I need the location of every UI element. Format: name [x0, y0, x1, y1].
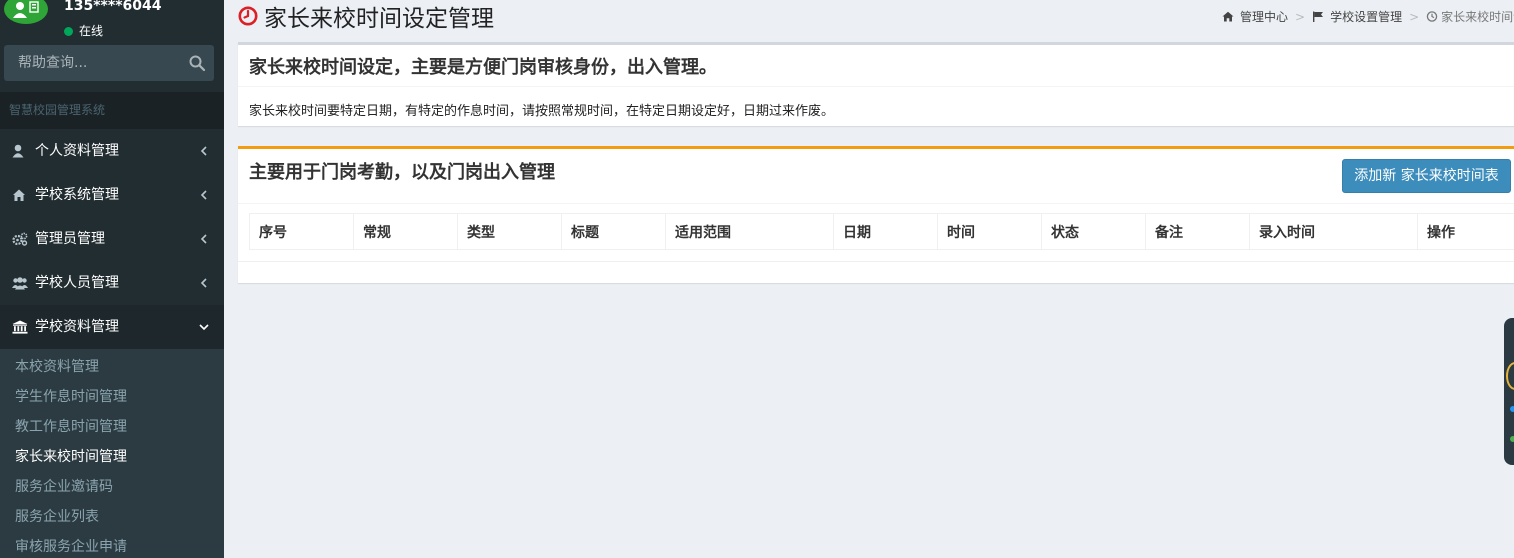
- submenu-item-student-schedule[interactable]: 学生作息时间管理: [15, 386, 127, 406]
- column-header[interactable]: 时间: [937, 213, 1042, 250]
- breadcrumb-current: 家长来校时间设: [1441, 10, 1514, 24]
- sidebar-item-admins[interactable]: 管理员管理: [0, 217, 224, 261]
- users-icon: [12, 277, 28, 290]
- clock-icon: [1426, 11, 1438, 22]
- user-status: 在线: [64, 22, 103, 39]
- column-header[interactable]: 操作: [1417, 213, 1514, 250]
- table-header-row: 序号 常规 类型 标题 适用范围 日期 时间 状态 备注 录入时间 操作: [249, 213, 1514, 250]
- user-status-label: 在线: [79, 24, 104, 38]
- submenu-item-staff-schedule[interactable]: 教工作息时间管理: [15, 416, 127, 436]
- assistant-logo-icon: [1506, 362, 1514, 390]
- submenu-item-invite-codes[interactable]: 服务企业邀请码: [15, 476, 113, 496]
- sidebar-item-label: 管理员管理: [35, 231, 105, 247]
- user-name: 135****6044: [64, 0, 162, 14]
- column-header[interactable]: 序号: [249, 213, 354, 250]
- sidebar-item-school-data[interactable]: 学校资料管理: [0, 305, 224, 349]
- breadcrumb-section[interactable]: 学校设置管理: [1330, 8, 1402, 25]
- user-panel: 135****6044 在线: [0, 0, 224, 40]
- add-parent-visit-time-button[interactable]: 添加新 家长来校时间表: [1342, 159, 1511, 193]
- content-header: 家长来校时间设定管理: [238, 0, 494, 32]
- floating-assistant-widget[interactable]: [1504, 318, 1514, 465]
- clock-icon: [238, 6, 258, 26]
- home-icon: [1222, 11, 1234, 22]
- submenu-school-data: 本校资料管理 学生作息时间管理 教工作息时间管理 家长来校时间管理 服务企业邀请…: [0, 349, 224, 558]
- info-box: 家长来校时间设定，主要是方便门岗审核身份，出入管理。 家长来校时间要特定日期，有…: [238, 42, 1514, 126]
- cogs-icon: [12, 232, 28, 246]
- sidebar-search: [4, 45, 214, 81]
- divider: [238, 203, 1514, 204]
- assistant-dot-icon: [1510, 406, 1514, 412]
- sidebar-item-personal[interactable]: 个人资料管理: [0, 129, 224, 173]
- sidebar-item-label: 学校资料管理: [35, 319, 119, 335]
- breadcrumb-separator: >: [1295, 9, 1306, 24]
- table-footer-divider: [238, 261, 1514, 262]
- list-box-title: 主要用于门岗考勤，以及门岗出入管理: [249, 162, 555, 183]
- divider: [238, 86, 1514, 87]
- breadcrumb-home[interactable]: 管理中心: [1240, 8, 1288, 25]
- submenu-item-company-list[interactable]: 服务企业列表: [15, 506, 99, 526]
- chevron-down-icon: [199, 324, 209, 331]
- sidebar-item-label: 学校人员管理: [35, 275, 119, 291]
- sidebar-item-staff[interactable]: 学校人员管理: [0, 261, 224, 305]
- chevron-left-icon: [200, 146, 207, 156]
- info-box-text: 家长来校时间要特定日期，有特定的作息时间，请按照常规时间，在特定日期设定好，日期…: [249, 104, 835, 119]
- online-status-icon: [64, 27, 73, 36]
- submenu-item-parent-visit-time[interactable]: 家长来校时间管理: [15, 446, 127, 466]
- column-header[interactable]: 状态: [1041, 213, 1146, 250]
- home-icon: [13, 189, 25, 201]
- user-icon: [12, 144, 24, 158]
- column-header[interactable]: 常规: [353, 213, 458, 250]
- sidebar-item-school-system[interactable]: 学校系统管理: [0, 173, 224, 217]
- column-header[interactable]: 录入时间: [1249, 213, 1418, 250]
- sidebar-item-label: 个人资料管理: [35, 143, 119, 159]
- chevron-left-icon: [200, 234, 207, 244]
- column-header[interactable]: 日期: [833, 213, 938, 250]
- submenu-item-school-profile[interactable]: 本校资料管理: [15, 356, 99, 376]
- assistant-dot-icon: [1510, 436, 1514, 442]
- search-input[interactable]: [4, 45, 182, 81]
- submenu-item-review-applications[interactable]: 审核服务企业申请: [15, 536, 127, 556]
- page-title: 家长来校时间设定管理: [264, 6, 494, 32]
- breadcrumb: 管理中心 > 学校设置管理 > 家长来校时间设: [1222, 8, 1514, 25]
- breadcrumb-separator: >: [1409, 9, 1420, 24]
- info-box-title: 家长来校时间设定，主要是方便门岗审核身份，出入管理。: [249, 57, 717, 78]
- sidebar: 135****6044 在线 智慧校园管理系统 个人资料管理 学校系统管理: [0, 0, 224, 558]
- sidebar-item-label: 学校系统管理: [35, 187, 119, 203]
- list-box: 主要用于门岗考勤，以及门岗出入管理 添加新 家长来校时间表 序号 常规 类型 标…: [238, 146, 1514, 283]
- chevron-left-icon: [200, 190, 207, 200]
- flag-icon: [1313, 11, 1324, 22]
- column-header[interactable]: 类型: [457, 213, 562, 250]
- avatar[interactable]: [4, 0, 48, 24]
- visit-time-table: 序号 常规 类型 标题 适用范围 日期 时间 状态 备注 录入时间 操作: [249, 213, 1514, 250]
- column-header[interactable]: 标题: [561, 213, 666, 250]
- chevron-left-icon: [200, 278, 207, 288]
- search-icon[interactable]: [188, 54, 206, 72]
- sidebar-header: 智慧校园管理系统: [0, 92, 224, 129]
- column-header[interactable]: 备注: [1145, 213, 1250, 250]
- bank-icon: [12, 320, 28, 334]
- column-header[interactable]: 适用范围: [665, 213, 834, 250]
- user-avatar-icon: [13, 1, 39, 18]
